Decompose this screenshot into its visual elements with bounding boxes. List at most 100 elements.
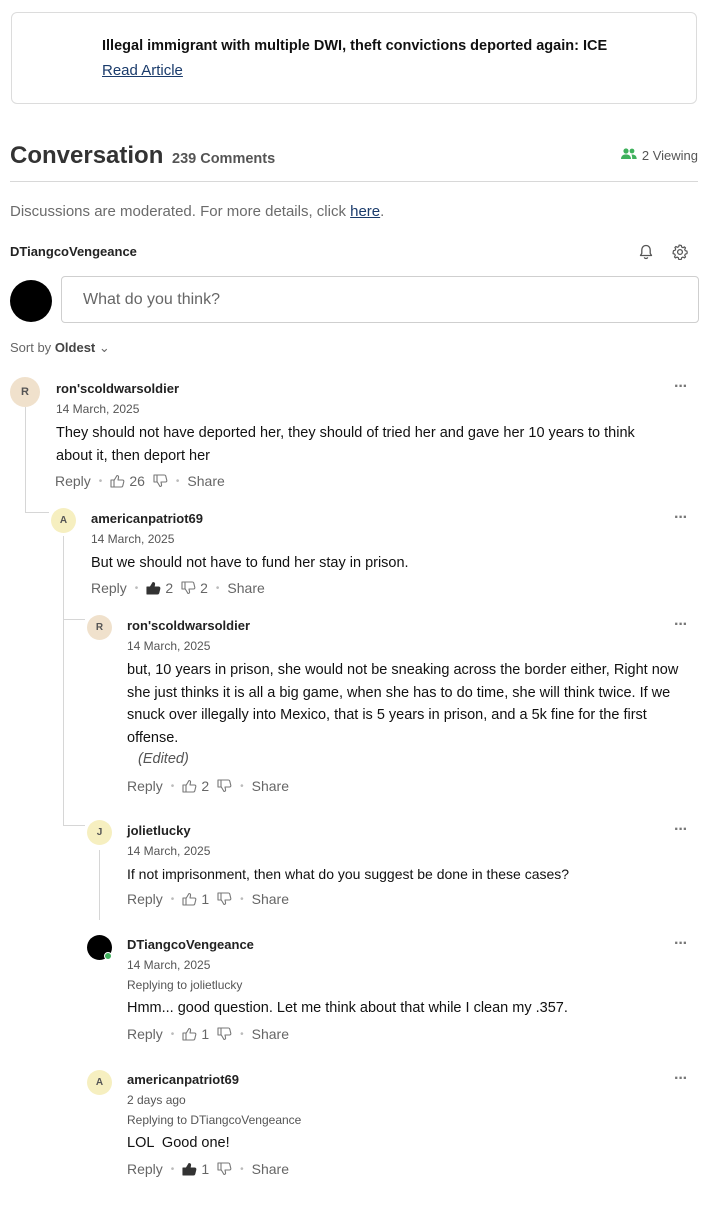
- comment-date: 14 March, 2025: [127, 958, 211, 972]
- edited-label: (Edited): [138, 751, 189, 767]
- viewing-indicator: 2 Viewing: [620, 148, 698, 163]
- thumbs-down-icon: [217, 892, 232, 906]
- dislike-button[interactable]: [217, 779, 232, 793]
- comment-date: 14 March, 2025: [127, 844, 211, 858]
- like-button[interactable]: 2: [146, 580, 173, 596]
- reply-button[interactable]: Reply: [127, 891, 163, 907]
- comment-count: 239 Comments: [172, 151, 276, 167]
- comment-username[interactable]: DTiangcoVengeance: [127, 937, 254, 952]
- comment-date: 14 March, 2025: [56, 402, 140, 416]
- comment-text: If not imprisonment, then what do you su…: [127, 866, 570, 882]
- moderation-link[interactable]: here: [350, 203, 380, 220]
- reply-button[interactable]: Reply: [55, 473, 91, 489]
- share-button[interactable]: Share: [252, 778, 289, 794]
- more-icon[interactable]: ···: [674, 1070, 688, 1088]
- comment-date: 14 March, 2025: [127, 639, 211, 653]
- thumbs-up-icon: [182, 1162, 197, 1176]
- sort-label: Sort by: [10, 340, 52, 355]
- share-button[interactable]: Share: [227, 580, 264, 596]
- like-button[interactable]: 1: [182, 891, 209, 907]
- comment-text: Hmm... good question. Let me think about…: [127, 1000, 568, 1016]
- comment-actions: Reply • 1 • Share: [127, 891, 289, 907]
- reply-button[interactable]: Reply: [127, 1161, 163, 1177]
- avatar[interactable]: A: [51, 508, 76, 533]
- comment-date: 2 days ago: [127, 1093, 186, 1107]
- thumbs-down-icon: [217, 1027, 232, 1041]
- comment-username[interactable]: jolietlucky: [127, 823, 191, 838]
- online-status-dot: [104, 952, 112, 960]
- share-button[interactable]: Share: [187, 473, 224, 489]
- reply-button[interactable]: Reply: [127, 778, 163, 794]
- thumbs-down-icon: [217, 779, 232, 793]
- share-button[interactable]: Share: [252, 1026, 289, 1042]
- more-icon[interactable]: ···: [674, 821, 688, 839]
- reply-button[interactable]: Reply: [127, 1026, 163, 1042]
- bell-icon[interactable]: [638, 244, 654, 265]
- avatar[interactable]: R: [87, 615, 112, 640]
- thumbs-up-icon: [182, 892, 197, 906]
- replying-to[interactable]: Replying to DTiangcoVengeance: [127, 1113, 301, 1127]
- moderation-text: Discussions are moderated. For more deta…: [10, 203, 351, 220]
- comment-username[interactable]: americanpatriot69: [127, 1072, 239, 1087]
- article-card: Illegal immigrant with multiple DWI, the…: [11, 12, 697, 104]
- gear-icon[interactable]: [672, 244, 688, 265]
- dislike-button[interactable]: [217, 1162, 232, 1176]
- like-count: 26: [129, 473, 145, 489]
- people-icon: [620, 148, 637, 163]
- reply-button[interactable]: Reply: [91, 580, 127, 596]
- comment-actions: Reply • 2 • Share: [127, 778, 289, 794]
- comment-username[interactable]: ron'scoldwarsoldier: [56, 381, 179, 396]
- chevron-down-icon: ⌄: [98, 340, 110, 355]
- thread-line: [63, 825, 85, 826]
- viewing-count: 2 Viewing: [641, 148, 698, 163]
- more-icon[interactable]: ···: [674, 616, 688, 634]
- comment-input[interactable]: [61, 276, 699, 323]
- thumbs-up-icon: [182, 1027, 197, 1041]
- thread-line: [63, 536, 64, 826]
- thumbs-up-icon: [182, 779, 197, 793]
- replying-to[interactable]: Replying to jolietlucky: [127, 978, 242, 992]
- like-button[interactable]: 1: [182, 1026, 209, 1042]
- like-count: 1: [201, 1161, 210, 1177]
- thread-line: [63, 619, 85, 620]
- current-user-row: DTiangcoVengeance: [10, 244, 698, 262]
- conversation-title: Conversation: [10, 142, 164, 169]
- thread-line: [99, 850, 100, 920]
- dislike-button[interactable]: [153, 474, 168, 488]
- thread-line: [25, 512, 49, 513]
- like-count: 2: [165, 580, 174, 596]
- share-button[interactable]: Share: [252, 1161, 289, 1177]
- moderation-notice: Discussions are moderated. For more deta…: [10, 203, 384, 220]
- like-button[interactable]: 26: [110, 473, 145, 489]
- dislike-button[interactable]: [217, 1027, 232, 1041]
- avatar[interactable]: A: [87, 1070, 112, 1095]
- dislike-button[interactable]: 2: [181, 580, 208, 596]
- thread-line: [25, 407, 26, 513]
- avatar[interactable]: R: [10, 377, 40, 407]
- current-user-avatar[interactable]: [10, 280, 52, 322]
- like-button[interactable]: 1: [182, 1161, 209, 1177]
- comment-actions: Reply • 1 • Share: [127, 1026, 289, 1042]
- thumbs-down-icon: [153, 474, 168, 488]
- like-count: 1: [201, 891, 210, 907]
- more-icon[interactable]: ···: [674, 935, 688, 953]
- like-button[interactable]: 2: [182, 778, 209, 794]
- comment-date: 14 March, 2025: [91, 532, 175, 546]
- share-button[interactable]: Share: [252, 891, 289, 907]
- read-article-link[interactable]: Read Article: [102, 62, 183, 79]
- comment-text: They should not have deported her, they …: [56, 425, 635, 464]
- thumbs-down-icon: [217, 1162, 232, 1176]
- more-icon[interactable]: ···: [674, 509, 688, 527]
- comment-actions: Reply • 26 • Share: [55, 473, 225, 489]
- like-count: 2: [201, 778, 210, 794]
- avatar[interactable]: J: [87, 820, 112, 845]
- current-username: DTiangcoVengeance: [10, 244, 137, 259]
- comment-username[interactable]: americanpatriot69: [91, 511, 203, 526]
- more-icon[interactable]: ···: [674, 378, 688, 396]
- comment-text: But we should not have to fund her stay …: [91, 555, 409, 571]
- comment-username[interactable]: ron'scoldwarsoldier: [127, 618, 250, 633]
- dislike-button[interactable]: [217, 892, 232, 906]
- sort-control[interactable]: Sort by Oldest ⌄: [10, 340, 110, 356]
- sort-value: Oldest: [54, 340, 96, 355]
- article-title: Illegal immigrant with multiple DWI, the…: [102, 38, 608, 54]
